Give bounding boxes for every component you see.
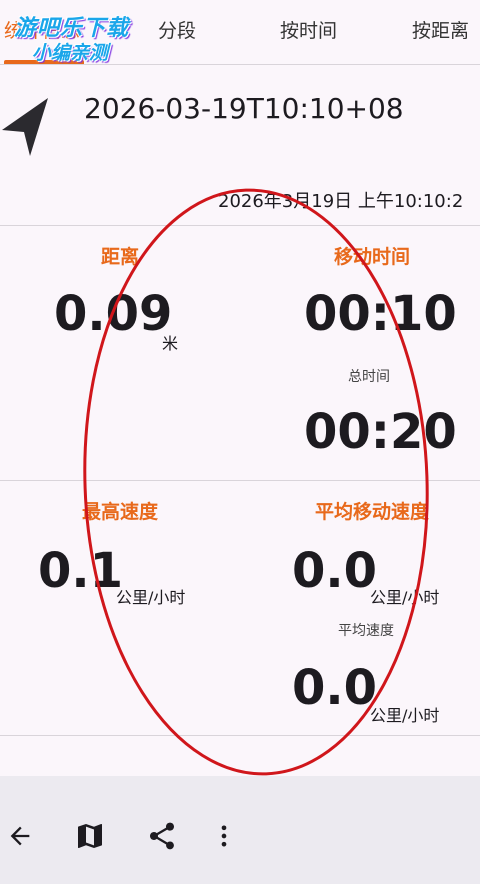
tab-by-distance[interactable]: 按距离	[412, 16, 469, 43]
max-speed-unit: 公里/小时	[116, 588, 186, 607]
avg-speed-label: 平均速度	[338, 623, 394, 639]
watermark-line-2: 小编亲测	[32, 42, 109, 64]
tab-by-time[interactable]: 按时间	[280, 16, 337, 43]
avg-moving-speed-label: 平均移动速度	[314, 501, 429, 523]
tab-bar: 统计信息 分段 按时间 按距离 游吧乐下载 小编亲测	[0, 0, 480, 65]
distance-value: 0.09	[54, 286, 173, 342]
divider	[0, 225, 480, 226]
avg-speed-value: 0.0	[292, 660, 378, 716]
map-icon[interactable]	[74, 820, 106, 852]
avg-moving-speed-unit: 公里/小时	[370, 588, 440, 607]
moving-time-value: 00:10	[304, 286, 457, 342]
bottom-app-bar	[0, 776, 480, 884]
track-title: 2026-03-19T10:10+08	[84, 92, 404, 125]
share-icon[interactable]	[146, 820, 178, 852]
track-start-time: 2026年3月19日 上午10:10:2	[218, 191, 464, 212]
more-vert-icon[interactable]	[210, 822, 238, 850]
navigation-arrow-icon	[2, 98, 48, 156]
total-time-value: 00:20	[304, 404, 457, 460]
max-speed-value: 0.1	[38, 543, 124, 599]
divider	[0, 480, 480, 481]
back-arrow-icon[interactable]	[6, 822, 34, 850]
moving-time-label: 移动时间	[333, 246, 410, 268]
avg-moving-speed-value: 0.0	[292, 543, 378, 599]
max-speed-label: 最高速度	[81, 501, 158, 523]
divider	[0, 735, 480, 736]
distance-label: 距离	[100, 246, 139, 268]
avg-speed-unit: 公里/小时	[370, 706, 440, 725]
distance-unit: 米	[162, 334, 179, 353]
total-time-label: 总时间	[348, 369, 390, 385]
tab-segments[interactable]: 分段	[158, 16, 196, 43]
